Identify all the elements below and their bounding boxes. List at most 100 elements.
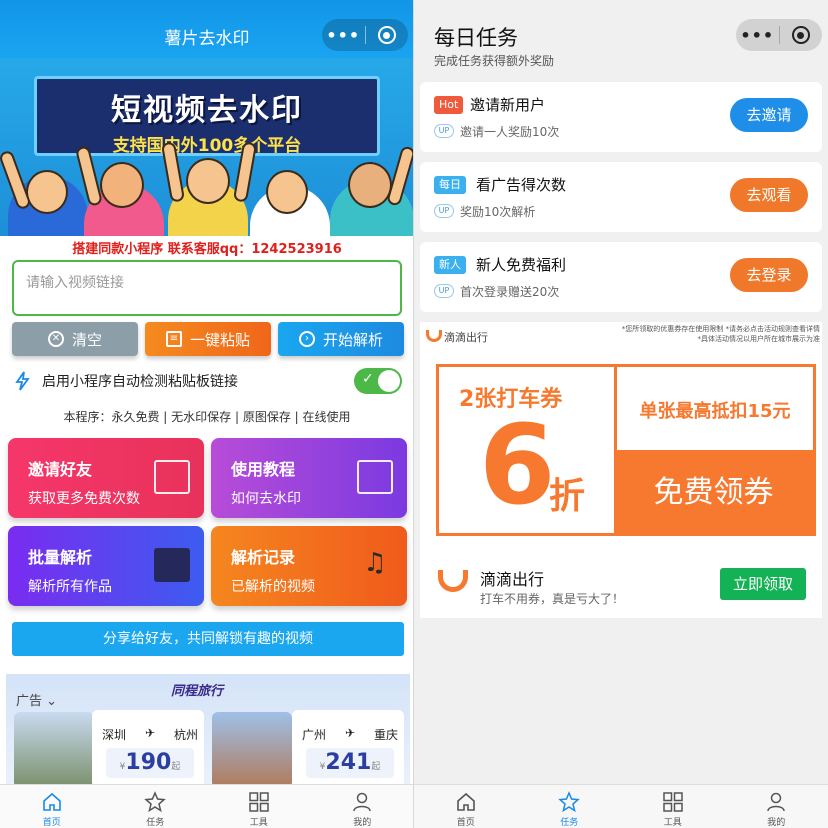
close-circle-icon: ✕ xyxy=(47,331,64,347)
auto-detect-label: 启用小程序自动检测粘贴板链接 xyxy=(42,374,238,390)
coupon-discount-unit: 折 xyxy=(549,476,586,517)
watch-button[interactable]: 去观看 xyxy=(730,178,808,212)
banner-headline: 短视频去水印 xyxy=(111,93,303,128)
tab-tasks[interactable]: 任务 xyxy=(518,785,622,828)
close-miniprogram-button[interactable] xyxy=(365,26,408,44)
page-title: 每日任务 xyxy=(434,26,518,50)
task-newbie: 新人 新人免费福利 UP 首次登录赠送20次 去登录 xyxy=(420,242,822,312)
star-icon xyxy=(144,791,167,813)
didi-note: *您所领取的优惠券存在使用限制 *请务必点击活动规则查看详情 *具体活动情况以用… xyxy=(621,325,820,343)
flight-price: ¥241起 xyxy=(306,748,394,778)
lightning-icon xyxy=(15,371,30,391)
parse-history-card[interactable]: 解析记录 已解析的视频 ♫ xyxy=(211,526,407,606)
clear-label: 清空 xyxy=(71,330,102,349)
features-text: 本程序：永久免费 | 无水印保存 | 原图保存 | 在线使用 xyxy=(63,410,351,424)
flight-card[interactable]: 广州 ✈ 重庆 ¥241起 xyxy=(292,710,404,784)
music-note-icon: ♫ xyxy=(363,548,387,578)
auto-detect-row: 启用小程序自动检测粘贴板链接 ✓ xyxy=(12,366,404,396)
paste-button[interactable]: ≡ 一键粘贴 xyxy=(145,322,271,356)
didi-logo-icon xyxy=(426,330,442,342)
auto-detect-toggle[interactable]: ✓ xyxy=(354,368,402,394)
flight-from: 广州 xyxy=(302,728,327,742)
more-button[interactable]: ••• xyxy=(322,26,365,45)
tab-home[interactable]: 首页 xyxy=(0,785,104,828)
didi-slogan: 打车不用券，真是亏大了！ xyxy=(480,592,625,606)
toggle-knob xyxy=(378,370,400,392)
clipboard-icon: ≡ xyxy=(165,331,182,347)
coupon-discount: 6 xyxy=(479,401,556,529)
plane-icon: ✈ xyxy=(344,726,356,740)
ad-label: 广告 ⌄ xyxy=(16,694,58,709)
login-button[interactable]: 去登录 xyxy=(730,258,808,292)
target-icon xyxy=(377,26,396,44)
star-icon xyxy=(558,791,581,813)
video-link-input[interactable]: 请输入视频链接 xyxy=(12,260,402,316)
parse-button[interactable]: › 开始解析 xyxy=(278,322,404,356)
task-subtitle: 奖励10次解析 xyxy=(460,205,536,219)
tab-label: 工具 xyxy=(249,818,268,828)
tab-tools[interactable]: 工具 xyxy=(207,785,311,828)
task-subtitle: 邀请一人奖励10次 xyxy=(460,125,560,139)
tab-profile[interactable]: 我的 xyxy=(725,785,828,828)
invite-icon xyxy=(154,460,190,494)
didi-small-name: 滴滴出行 xyxy=(444,331,488,344)
target-icon xyxy=(791,26,810,44)
flight-price: ¥190起 xyxy=(106,748,194,778)
more-button[interactable]: ••• xyxy=(736,26,779,45)
grid-icon xyxy=(663,792,683,812)
close-miniprogram-button[interactable] xyxy=(779,26,822,44)
monitor-icon xyxy=(357,460,393,494)
clear-button[interactable]: ✕ 清空 xyxy=(12,322,138,356)
capsule-menu: ••• xyxy=(736,19,822,51)
tab-home[interactable]: 首页 xyxy=(414,785,518,828)
ad-brand: 同程旅行 xyxy=(171,684,224,699)
home-icon xyxy=(42,792,61,811)
invite-friends-card[interactable]: 邀请好友 获取更多免费次数 xyxy=(8,438,204,518)
cartoon-head xyxy=(266,170,308,214)
plane-icon: ✈ xyxy=(144,726,156,740)
claim-button[interactable]: 立即领取 xyxy=(720,568,806,600)
flight-to: 重庆 xyxy=(373,728,398,742)
user-icon xyxy=(353,792,371,812)
flight-to: 杭州 xyxy=(173,728,198,742)
tab-label: 任务 xyxy=(146,818,165,828)
share-button[interactable]: 分享给好友，共同解锁有趣的视频 xyxy=(12,622,404,656)
tab-tasks[interactable]: 任务 xyxy=(104,785,208,828)
right-screen: 每日任务 完成任务获得额外奖励 ••• Hot 邀请新用户 UP 邀请一人奖励1… xyxy=(414,0,828,828)
building-photo xyxy=(212,712,292,784)
tab-label: 我的 xyxy=(353,818,372,828)
didi-ad[interactable]: 滴滴出行 *您所领取的优惠券存在使用限制 *请务必点击活动规则查看详情 *具体活… xyxy=(420,322,822,618)
didi-logo-icon xyxy=(438,570,468,592)
tab-bar: 首页 任务 工具 我的 xyxy=(414,784,828,828)
up-badge-icon: UP xyxy=(434,124,454,138)
didi-brand: 滴滴出行 xyxy=(480,570,545,589)
home-icon xyxy=(456,792,475,811)
flight-card[interactable]: 深圳 ✈ 杭州 ¥190起 xyxy=(92,710,204,784)
task-title: 邀请新用户 xyxy=(470,96,546,114)
contact-text: 搭建同款小程序 联系客服qq：1242523916 xyxy=(72,242,342,257)
task-invite: Hot 邀请新用户 UP 邀请一人奖励10次 去邀请 xyxy=(420,82,822,152)
check-icon: ✓ xyxy=(362,371,374,387)
tab-bar: 首页 任务 工具 我的 xyxy=(0,784,414,828)
task-title: 看广告得次数 xyxy=(476,176,567,194)
parse-label: 开始解析 xyxy=(322,330,383,349)
tab-label: 任务 xyxy=(560,818,579,828)
cartoon-head xyxy=(348,162,392,208)
tab-profile[interactable]: 我的 xyxy=(311,785,415,828)
grid-icon xyxy=(249,792,269,812)
invite-button[interactable]: 去邀请 xyxy=(730,98,808,132)
coupon[interactable]: 2张打车券 6 折 单张最高抵扣15元 免费领券 xyxy=(436,364,816,536)
capsule-menu: ••• xyxy=(322,19,408,51)
tutorial-card[interactable]: 使用教程 如何去水印 xyxy=(211,438,407,518)
tab-tools[interactable]: 工具 xyxy=(621,785,725,828)
task-tag: Hot xyxy=(434,96,464,114)
cartoon-head xyxy=(100,162,144,208)
up-badge-icon: UP xyxy=(434,284,454,298)
task-watch-ad: 每日 看广告得次数 UP 奖励10次解析 去观看 xyxy=(420,162,822,232)
page-subtitle: 完成任务获得额外奖励 xyxy=(434,54,555,68)
banner-sign: 短视频去水印 支持国内外100多个平台 xyxy=(34,76,380,156)
cartoon-head xyxy=(26,170,68,214)
batch-parse-card[interactable]: 批量解析 解析所有作品 xyxy=(8,526,204,606)
left-screen: 薯片去水印 ••• 短视频去水印 支持国内外100多个平台 搭建同款小程序 联系… xyxy=(0,0,414,828)
ad-banner[interactable]: 广告 ⌄ 同程旅行 深圳 ✈ 杭州 ¥190起 广州 ✈ 重庆 ¥241起 xyxy=(6,674,410,784)
